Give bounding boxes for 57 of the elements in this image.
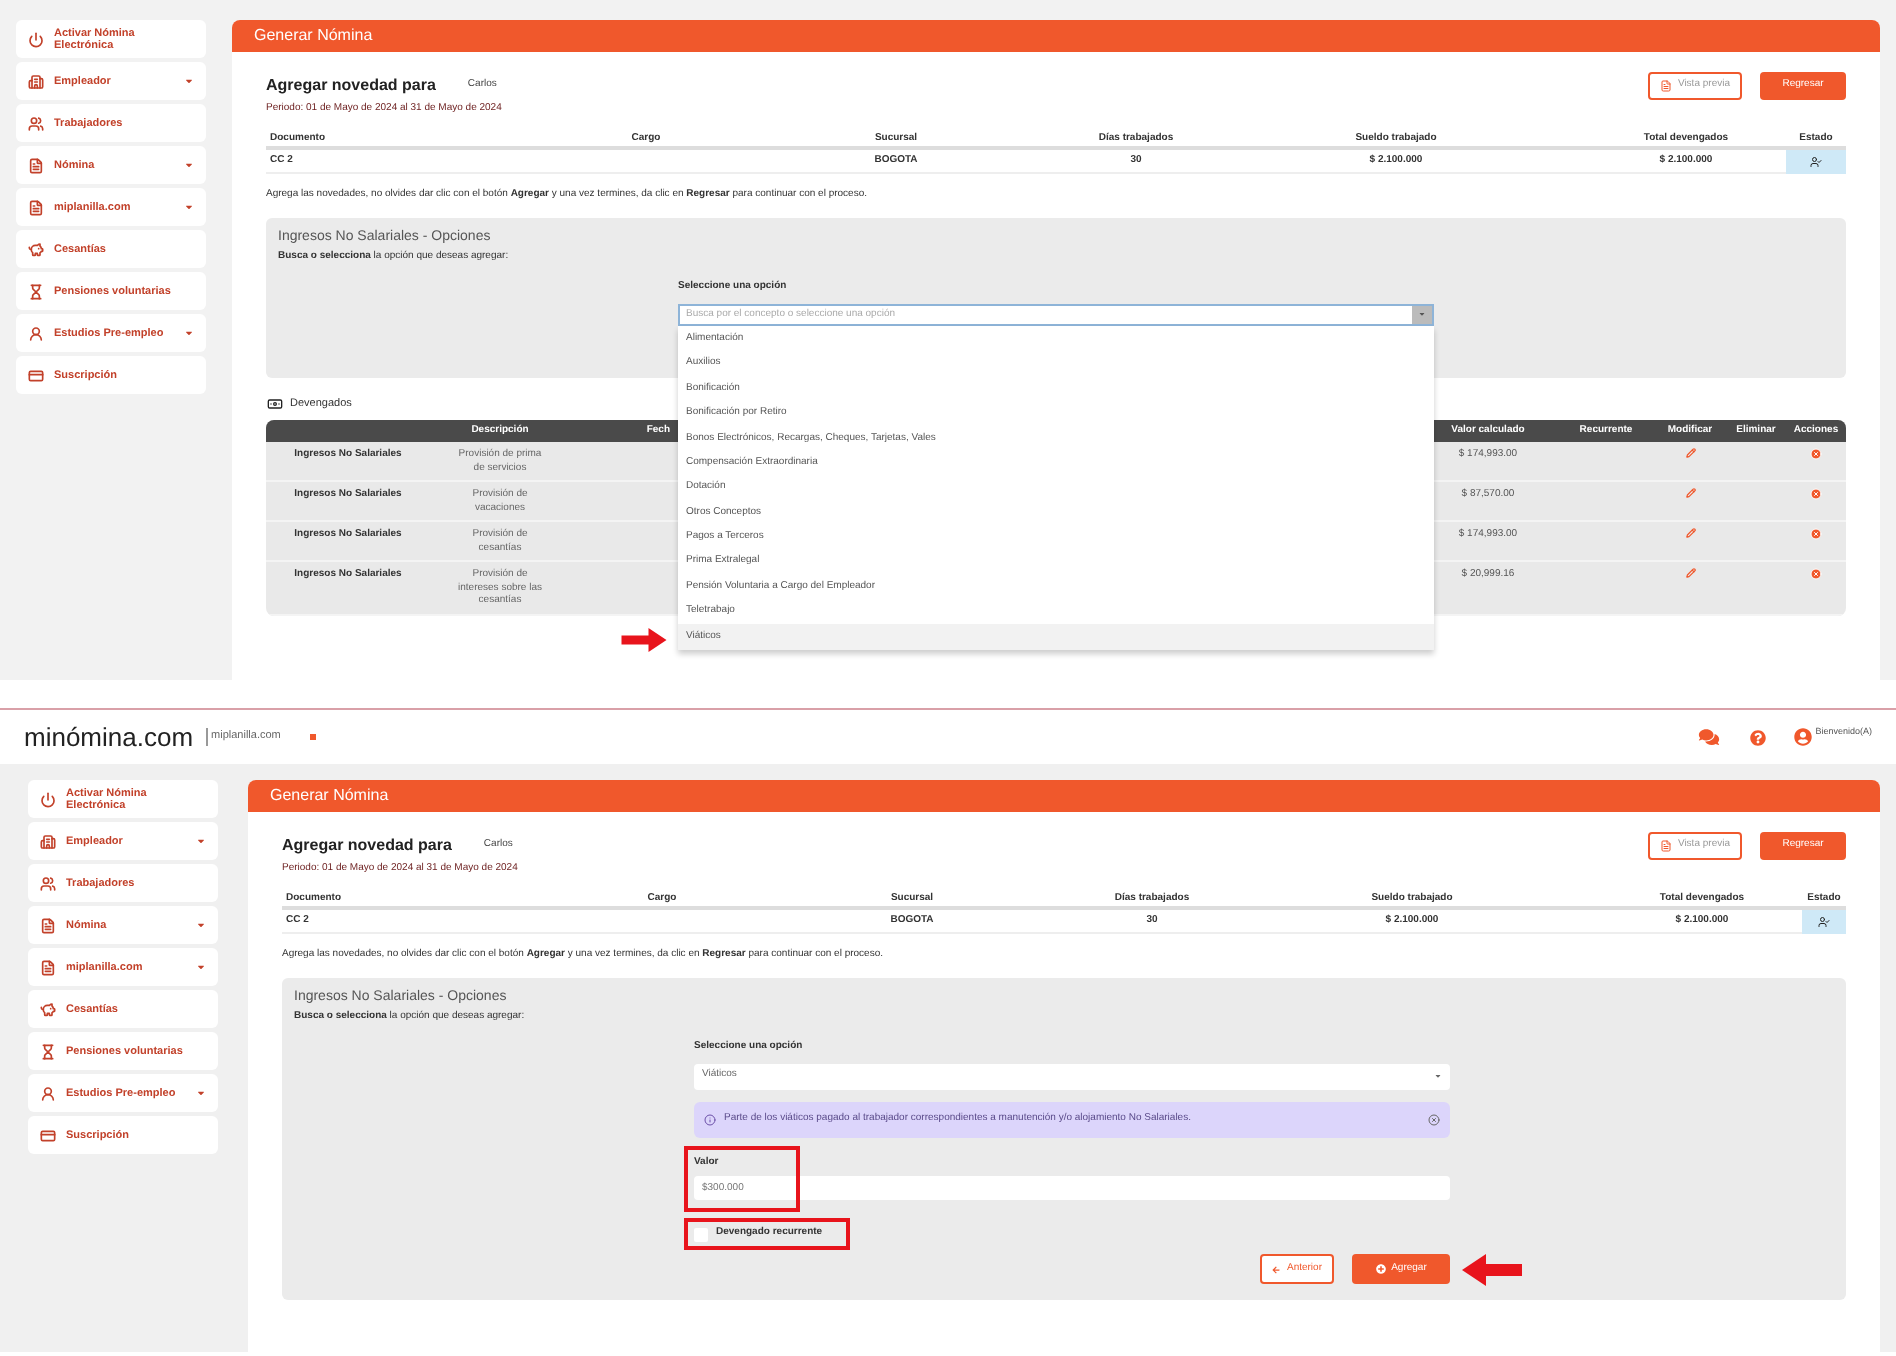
card-icon [40, 1127, 56, 1143]
person-icon [28, 325, 44, 341]
status-button[interactable] [1786, 149, 1846, 173]
user-icon [1810, 155, 1822, 167]
edit-icon[interactable] [1685, 488, 1695, 499]
delete-icon[interactable] [1810, 528, 1822, 541]
status-button[interactable] [1802, 909, 1846, 933]
power-icon [28, 31, 44, 47]
logo[interactable]: minómina.com [24, 717, 194, 757]
user-icon[interactable] [1793, 728, 1812, 746]
piggy-bank-icon [40, 1001, 56, 1017]
power-icon [40, 791, 56, 807]
edit-icon[interactable] [1685, 568, 1695, 579]
caret-icon [184, 328, 194, 338]
delete-icon[interactable] [1810, 488, 1822, 501]
caret-icon [196, 920, 206, 930]
chat-icon[interactable] [1697, 728, 1720, 746]
user-icon [1818, 915, 1830, 927]
caret-icon [196, 836, 206, 846]
person-icon [40, 1085, 56, 1101]
document-icon [28, 199, 44, 215]
document-icon [1659, 80, 1672, 92]
page-title: Generar Nómina [232, 20, 1880, 52]
arrow-left-icon [1272, 1265, 1281, 1273]
money-icon [266, 396, 284, 413]
building-icon [28, 73, 44, 89]
app-icon[interactable] [310, 734, 317, 740]
building-icon [40, 833, 56, 849]
caret-icon [184, 76, 194, 86]
caret-icon [1434, 1072, 1442, 1080]
close-icon[interactable] [1428, 1113, 1440, 1125]
heading: Agregar novedad para [282, 834, 452, 858]
people-icon [40, 875, 56, 891]
document-icon [1659, 840, 1672, 852]
delete-icon[interactable] [1810, 568, 1822, 581]
hourglass-icon [40, 1043, 56, 1059]
piggy-bank-icon [28, 241, 44, 257]
people-icon [28, 115, 44, 131]
caret-icon [196, 962, 206, 972]
pointer-arrow [620, 627, 668, 652]
caret-icon [196, 1088, 206, 1098]
pointer-arrow [1462, 1254, 1522, 1286]
edit-icon[interactable] [1685, 448, 1695, 459]
caret-icon [184, 202, 194, 212]
hourglass-icon [28, 283, 44, 299]
document-icon [40, 959, 56, 975]
document-icon [28, 157, 44, 173]
page-title: Generar Nómina [248, 780, 1880, 812]
card-icon [28, 367, 44, 383]
edit-icon[interactable] [1685, 528, 1695, 539]
document-icon [40, 917, 56, 933]
help-icon[interactable] [1749, 729, 1766, 745]
caret-icon [184, 160, 194, 170]
info-icon [704, 1113, 716, 1125]
heading: Agregar novedad para [266, 74, 436, 98]
delete-icon[interactable] [1810, 448, 1822, 461]
plus-icon [1375, 1264, 1386, 1274]
